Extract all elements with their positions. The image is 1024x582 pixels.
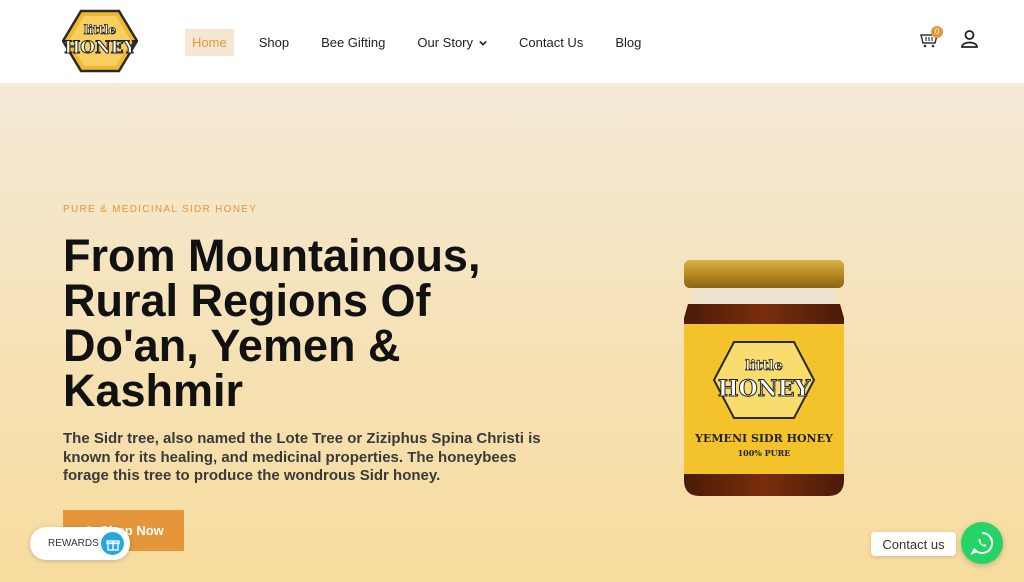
hero-headline: From Mountainous, Rural Regions Of Do'an… bbox=[63, 233, 533, 413]
nav-contact-us[interactable]: Contact Us bbox=[512, 29, 590, 56]
nav-our-story-label: Our Story bbox=[417, 35, 474, 50]
headline-line: From Mountainous, bbox=[63, 230, 481, 281]
nav-shop[interactable]: Shop bbox=[252, 29, 296, 56]
rewards-widget[interactable]: REWARDS bbox=[30, 527, 130, 560]
cart-count-badge: 0 bbox=[931, 26, 943, 38]
headline-line: Do'an, Yemen & bbox=[63, 320, 401, 371]
hero-description: The Sidr tree, also named the Lote Tree … bbox=[63, 430, 541, 484]
main-nav: Home Shop Bee Gifting Our Story Contact … bbox=[185, 29, 666, 56]
svg-text:little: little bbox=[84, 23, 117, 37]
user-icon[interactable] bbox=[961, 30, 978, 48]
nav-blog[interactable]: Blog bbox=[608, 29, 648, 56]
headline-line: Kashmir bbox=[63, 365, 244, 416]
svg-text:YEMENI SIDR HONEY: YEMENI SIDR HONEY bbox=[694, 432, 833, 445]
whatsapp-button[interactable] bbox=[961, 522, 1003, 564]
hero-eyebrow: PURE & MEDICINAL SIDR HONEY bbox=[63, 204, 258, 215]
nav-home[interactable]: Home bbox=[185, 29, 234, 56]
hero-section: PURE & MEDICINAL SIDR HONEY From Mountai… bbox=[0, 83, 1024, 582]
headline-line: Rural Regions Of bbox=[63, 275, 431, 326]
svg-text:HONEY: HONEY bbox=[64, 38, 136, 58]
little-honey-logo[interactable]: little HONEY bbox=[62, 9, 138, 73]
contact-us-bubble[interactable]: Contact us bbox=[871, 532, 956, 556]
honey-jar-image: little HONEY YEMENI SIDR HONEY 100% PURE bbox=[684, 260, 844, 496]
gift-icon bbox=[101, 532, 124, 555]
svg-text:100% PURE: 100% PURE bbox=[738, 448, 791, 458]
nav-bee-gifting[interactable]: Bee Gifting bbox=[314, 29, 392, 56]
rewards-label: REWARDS bbox=[48, 538, 99, 549]
svg-text:HONEY: HONEY bbox=[718, 376, 811, 402]
site-header: little HONEY Home Shop Bee Gifting Our S… bbox=[0, 0, 1024, 83]
chevron-down-icon bbox=[479, 40, 487, 46]
whatsapp-icon bbox=[970, 531, 994, 555]
svg-text:little: little bbox=[745, 358, 783, 374]
nav-our-story[interactable]: Our Story bbox=[410, 29, 494, 56]
